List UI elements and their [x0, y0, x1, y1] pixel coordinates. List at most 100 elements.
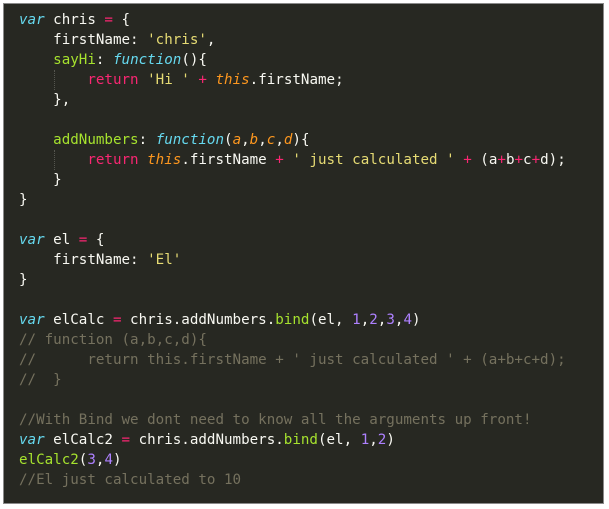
code-token: sayHi	[53, 52, 96, 68]
code-token: (	[224, 132, 233, 148]
code-token: this	[215, 72, 250, 88]
code-token: {	[87, 232, 105, 248]
code-line[interactable]: sayHi: function(){	[19, 50, 566, 70]
code-token: ,	[206, 32, 216, 48]
code-token: b	[249, 132, 259, 148]
code-token: )	[112, 452, 122, 468]
code-token: // function (a,b,c,d){	[19, 332, 207, 348]
code-line[interactable]: return this.firstName + ' just calculate…	[19, 150, 566, 170]
code-token: 'chris'	[147, 32, 207, 48]
code-token: 3	[87, 452, 96, 468]
code-token: 'Hi '	[147, 72, 190, 88]
code-token: // }	[19, 372, 62, 388]
code-token: ,	[241, 132, 250, 148]
code-token: bind	[283, 432, 318, 448]
code-token: var	[19, 232, 45, 248]
code-token: c	[523, 152, 532, 168]
code-token: elCalc2	[44, 432, 122, 448]
code-line[interactable]: }	[19, 190, 566, 210]
code-line[interactable]: ​	[19, 390, 566, 410]
code-line[interactable]: }	[19, 170, 566, 190]
code-token: :	[138, 132, 156, 148]
code-line[interactable]: var elCalc2 = chris.addNumbers.bind(el, …	[19, 430, 566, 450]
code-token: bind	[275, 312, 310, 328]
code-block[interactable]: var chris = { firstName: 'chris', sayHi:…	[19, 10, 566, 490]
code-token: +	[463, 152, 472, 168]
code-line[interactable]: }	[19, 270, 566, 290]
code-token: //El just calculated to 10	[19, 472, 242, 488]
code-line[interactable]: var elCalc = chris.addNumbers.bind(el, 1…	[19, 310, 566, 330]
code-token: chris.addNumbers.	[130, 432, 284, 448]
code-token: )	[411, 312, 421, 328]
code-token: 1	[352, 312, 361, 328]
code-token: return	[87, 152, 139, 168]
code-token: chris.addNumbers.	[121, 312, 276, 328]
code-editor-panel: var chris = { firstName: 'chris', sayHi:…	[3, 3, 604, 504]
code-token: +	[275, 152, 284, 168]
code-token: .firstName	[181, 152, 276, 168]
indent-guide	[54, 70, 56, 90]
code-line[interactable]: // function (a,b,c,d){	[19, 330, 566, 350]
code-token: =	[121, 432, 131, 448]
code-token: },	[19, 92, 71, 108]
code-token: =	[112, 312, 122, 328]
code-token: 4	[104, 452, 113, 468]
code-token: elCalc	[44, 312, 113, 328]
code-token: function	[112, 52, 182, 68]
code-token: )	[386, 432, 395, 448]
code-line[interactable]: ​	[19, 290, 566, 310]
code-token: +	[514, 152, 524, 168]
code-token: return	[87, 72, 139, 88]
code-line[interactable]: var chris = {	[19, 10, 566, 30]
code-token: 3	[386, 312, 395, 328]
code-token: +	[531, 152, 541, 168]
code-token: el	[44, 232, 79, 248]
code-line[interactable]: //With Bind we dont need to know all the…	[19, 410, 566, 430]
code-token: var	[19, 312, 45, 328]
code-line[interactable]: return 'Hi ' + this.firstName;	[19, 70, 566, 90]
code-token: firstName:	[19, 32, 148, 48]
code-token: 1	[360, 432, 370, 448]
code-token: }	[19, 192, 28, 208]
indent-guide	[54, 150, 56, 170]
code-line[interactable]: firstName: 'chris',	[19, 30, 566, 50]
code-token: (a	[471, 152, 498, 168]
code-token: this	[147, 152, 182, 168]
code-token: }	[19, 272, 28, 288]
code-token: (el,	[309, 312, 353, 328]
code-line[interactable]: firstName: 'El'	[19, 250, 566, 270]
code-token: elCalc2	[19, 452, 79, 468]
code-token: =	[104, 12, 113, 28]
code-line[interactable]: addNumbers: function(a,b,c,d){	[19, 130, 566, 150]
code-token: var	[19, 432, 45, 448]
code-token: 'El'	[147, 252, 182, 268]
code-token: //With Bind we dont need to know all the…	[19, 412, 532, 428]
code-token: ,	[275, 132, 284, 148]
code-token: function	[155, 132, 225, 148]
code-token: +	[497, 152, 506, 168]
code-token: ){	[292, 132, 310, 148]
code-line[interactable]: var el = {	[19, 230, 566, 250]
code-line[interactable]: ​	[19, 110, 566, 130]
code-token: d);	[540, 152, 566, 168]
code-line[interactable]: // }	[19, 370, 566, 390]
code-line[interactable]: //El just calculated to 10	[19, 470, 566, 490]
code-line[interactable]: // return this.firstName + ' just calcul…	[19, 350, 566, 370]
code-token: .firstName;	[249, 72, 344, 88]
code-token: firstName:	[19, 252, 148, 268]
code-token: a	[232, 132, 242, 148]
code-line[interactable]: ​	[19, 210, 566, 230]
code-token: ' just calculated '	[292, 152, 455, 168]
code-token: +	[198, 72, 207, 88]
code-line[interactable]: elCalc2(3,4)	[19, 450, 566, 470]
code-line[interactable]: },	[19, 90, 566, 110]
code-token: (){	[181, 52, 207, 68]
code-token: 4	[403, 312, 412, 328]
code-token: }	[19, 172, 62, 188]
code-token: var	[19, 12, 45, 28]
